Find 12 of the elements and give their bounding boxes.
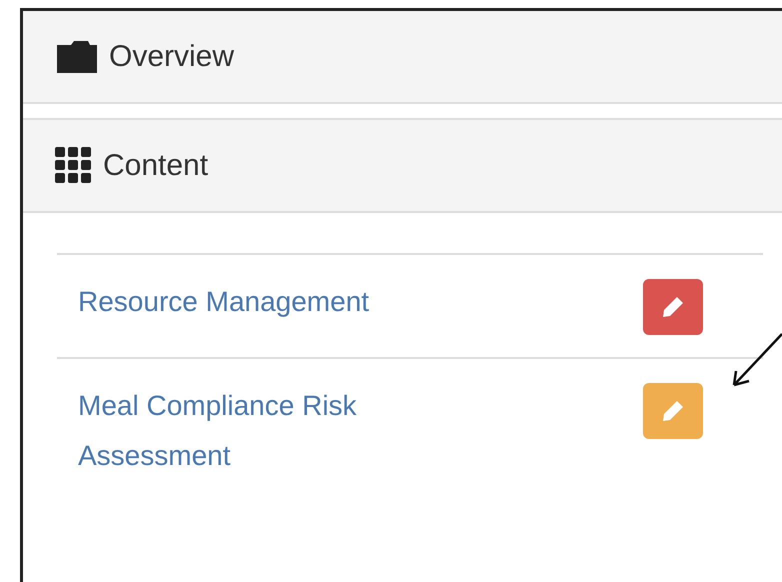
folder-icon <box>55 38 99 74</box>
item-link[interactable]: Meal Compliance Risk Assessment <box>78 381 498 481</box>
pencil-icon <box>661 295 685 319</box>
pencil-icon <box>661 399 685 423</box>
panel-header[interactable]: Content <box>23 120 782 213</box>
edit-button[interactable] <box>643 279 703 335</box>
panel-title: Content <box>103 148 208 182</box>
pointer-arrow <box>731 333 782 389</box>
grid-icon <box>55 146 93 184</box>
panel-title: Overview <box>109 40 234 74</box>
item-link[interactable]: Resource Management <box>78 277 370 327</box>
panel-header[interactable]: Overview <box>23 11 782 104</box>
